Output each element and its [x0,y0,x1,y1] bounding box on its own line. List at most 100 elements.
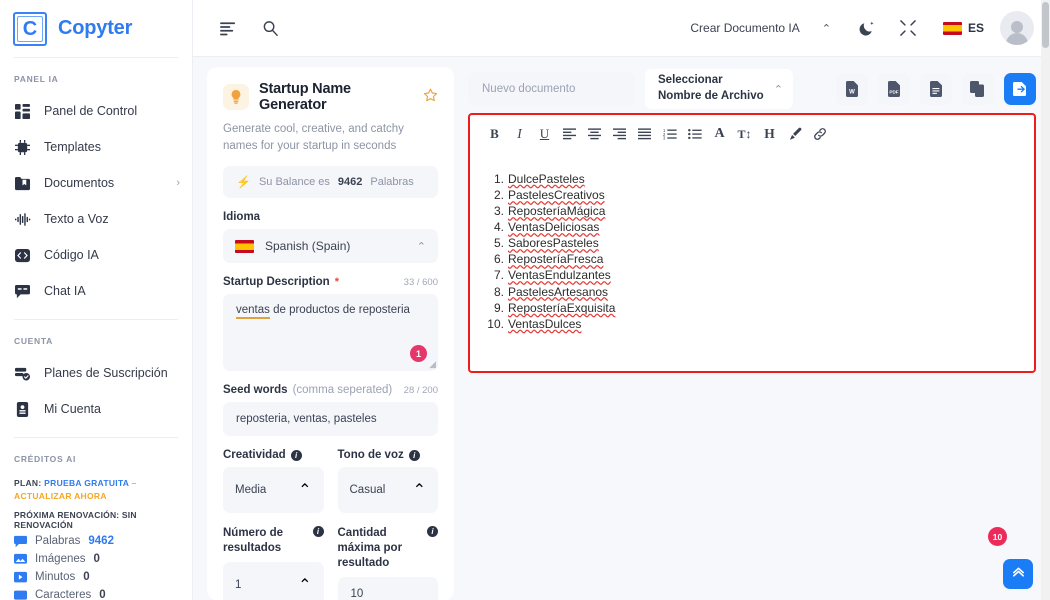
creativity-label-text: Creatividad [223,449,286,462]
status-badge[interactable]: 1 [410,345,427,363]
sidebar-section-panel: PANEL IA [14,74,59,84]
text-export-icon[interactable] [920,73,952,105]
description-counter: 33 / 600 [403,276,438,288]
plan-name: PRUEBA GRATUITA [44,478,129,488]
form-header: Startup Name Generator [223,81,438,113]
plan-renewal: PRÓXIMA RENOVACIÓN: SIN RENOVACIÓN [14,509,137,530]
sidebar-item-templates[interactable]: Templates [0,129,192,165]
generator-form: Startup Name Generator Generate cool, cr… [207,67,454,600]
max-length-label: Cantidad máxima por resultado i [337,513,438,577]
word-export-icon[interactable]: W [836,73,868,105]
tone-label-text: Tono de voz [337,449,404,462]
copy-icon[interactable] [962,73,994,105]
resize-handle-icon[interactable]: ◢ [429,359,436,370]
sidebar-item-panel-de-control[interactable]: Panel de Control [0,93,192,129]
sidebar-item-chat-ia[interactable]: Chat IA [0,273,192,309]
bold-icon[interactable]: B [482,121,507,147]
sidebar-item-mi-cuenta[interactable]: Mi Cuenta [0,391,192,427]
moon-icon[interactable] [853,13,883,43]
creativity-select[interactable]: Media ⌃ [223,467,324,514]
bullet-list-icon[interactable] [682,121,707,147]
file-name-select[interactable]: Seleccionar Nombre de Archivo ⌃ [645,69,793,109]
required-asterisk: * [334,276,339,289]
list-menu-icon[interactable] [213,13,243,43]
waveform-icon [14,211,31,228]
plan-upgrade-link[interactable]: ACTUALIZAR AHORA [14,491,107,501]
sidebar-item-texto-a-voz[interactable]: Texto a Voz [0,201,192,237]
sidebar-item-label: Chat IA [44,284,86,298]
balance-prefix: Su Balance es [258,176,330,189]
content-area: Startup Name Generator Generate cool, cr… [193,57,1050,600]
pdf-export-icon[interactable]: PDF [878,73,910,105]
search-icon[interactable] [255,13,285,43]
spain-flag-icon [942,21,962,35]
max-length-field: Cantidad máxima por resultado i 10 [337,513,438,600]
avatar[interactable] [1000,11,1034,45]
chevron-up-icon: ⌃ [298,577,312,595]
heading-icon[interactable]: H [757,121,782,147]
page-scrollbar[interactable] [1041,0,1050,600]
fullscreen-exit-icon[interactable] [893,13,923,43]
align-right-icon[interactable] [607,121,632,147]
info-icon[interactable]: i [427,526,438,538]
italic-icon[interactable]: I [507,121,532,147]
result-text: ReposteríaMágica [508,204,606,219]
chevron-right-icon: › [176,177,180,189]
scroll-to-top-button[interactable] [1003,559,1033,589]
options-row-1: Creatividad i Media ⌃ Tono de voz i Casu… [223,436,438,514]
brush-icon[interactable] [782,121,807,147]
options-row-2: Número de resultados i 1 ⌃ Cantidad máxi… [223,513,438,600]
chevron-up-icon: ⌃ [416,240,426,253]
dashboard-icon [14,103,31,120]
result-text: ReposteríaFresca [508,252,604,267]
save-doc-icon[interactable] [1004,73,1036,105]
balance-pill: ⚡ Su Balance es 9462 Palabras [223,166,438,199]
seed-hint: (comma seperated) [292,384,393,397]
seed-input[interactable]: reposteria, ventas, pasteles [223,402,438,437]
result-text: SaboresPasteles [508,236,599,251]
align-justify-icon[interactable] [632,121,657,147]
results-count-select[interactable]: 1 ⌃ [223,562,324,600]
chevron-up-icon: ⌃ [298,482,312,500]
language-switcher[interactable]: ES [942,21,984,35]
list-item: DulcePasteles [486,171,1034,187]
info-icon[interactable]: i [312,526,324,538]
chip-ai-icon [14,139,31,156]
notification-badge[interactable]: 10 [988,527,1007,546]
document-toolbar: Nuevo documento Seleccionar Nombre de Ar… [468,67,1036,111]
align-left-icon[interactable] [557,121,582,147]
minutes-icon [14,571,27,584]
underline-icon[interactable]: U [532,121,557,147]
spain-flag-icon [235,239,254,253]
star-outline-icon[interactable] [423,88,438,106]
align-center-icon[interactable] [582,121,607,147]
sidebar-item-documentos[interactable]: Documentos › [0,165,192,201]
max-length-input[interactable]: 10 [337,577,438,600]
link-icon[interactable] [807,121,832,147]
document-name-input[interactable]: Nuevo documento [468,72,635,106]
tone-select[interactable]: Casual ⌃ [337,467,438,514]
sidebar-item-codigo-ia[interactable]: Código IA [0,237,192,273]
scrollbar-thumb[interactable] [1042,2,1049,48]
chat-icon [14,283,31,300]
logo-mark-icon: C [13,11,47,46]
sidebar-item-planes-de-suscripcion[interactable]: Planes de Suscripción [0,355,192,391]
logo[interactable]: C Copyter [0,0,192,57]
list-item: PastelesArtesanos [486,284,1034,300]
plan-line: PLAN: PRUEBA GRATUITA – ACTUALIZAR AHORA [14,477,178,503]
language-select[interactable]: Spanish (Spain) ⌃ [223,229,438,264]
document-name-placeholder: Nuevo documento [482,83,576,95]
results-count-field: Número de resultados i 1 ⌃ [223,513,324,600]
ordered-list-icon[interactable]: 123 [657,121,682,147]
info-icon[interactable]: i [408,449,420,461]
seed-counter: 28 / 200 [403,384,438,396]
info-icon[interactable]: i [290,449,302,461]
font-size-icon[interactable]: T↕ [732,121,757,147]
create-document-menu[interactable]: Crear Documento IA ⌃ [690,21,831,35]
result-text: DulcePasteles [508,172,585,186]
description-textarea[interactable]: ventas de productos de reposteria 1 ◢ [223,294,438,372]
result-text: VentasDulces [508,316,582,331]
font-color-icon[interactable]: A [707,121,732,147]
max-length-label-text: Cantidad máxima por resultado [337,527,403,570]
plan-info: PLAN: PRUEBA GRATUITA – ACTUALIZAR AHORA… [0,473,192,530]
